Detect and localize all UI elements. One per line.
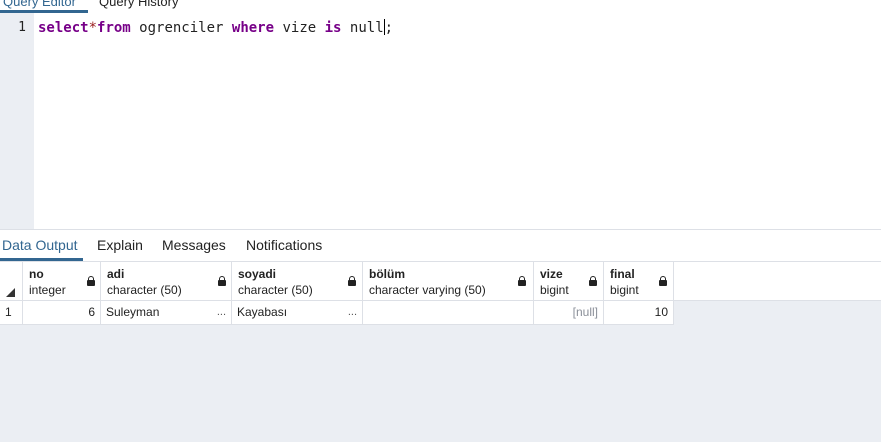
column-header-soyadi[interactable]: soyadi character (50): [232, 262, 363, 301]
column-name: vize: [274, 20, 325, 36]
lock-icon: [87, 276, 95, 286]
column-header-bolum[interactable]: bölüm character varying (50): [363, 262, 534, 301]
column-type: integer: [29, 283, 66, 297]
lock-icon: [589, 276, 597, 286]
operator-star: *: [88, 20, 98, 36]
lock-icon: [348, 276, 356, 286]
cell-soyadi[interactable]: Kayabası ...: [232, 301, 363, 325]
active-tab-indicator: [0, 258, 83, 261]
lock-icon: [518, 276, 526, 286]
column-header-no[interactable]: no integer: [23, 262, 101, 301]
lock-icon: [218, 276, 226, 286]
row-number[interactable]: 1: [0, 301, 23, 325]
cell-value: Kayabası: [237, 305, 288, 319]
table-name: ogrenciler: [130, 20, 232, 36]
cell-adi[interactable]: Suleyman ...: [101, 301, 232, 325]
column-name: adi: [107, 267, 125, 281]
null-literal-end: l: [375, 20, 384, 36]
column-type: character (50): [238, 283, 313, 297]
column-name: final: [610, 267, 635, 281]
column-header-adi[interactable]: adi character (50): [101, 262, 232, 301]
results-panel: Data Output Explain Messages Notificatio…: [0, 229, 881, 442]
keyword-where: where: [231, 20, 275, 36]
semicolon: ;: [384, 20, 394, 36]
cell-bolum[interactable]: [363, 301, 534, 325]
lock-icon: [659, 276, 667, 286]
sql-editor[interactable]: 1 select*from ogrenciler where vize is n…: [0, 13, 881, 229]
column-header-vize[interactable]: vize bigint: [534, 262, 604, 301]
tab-notifications[interactable]: Notifications: [246, 236, 322, 254]
tab-data-output[interactable]: Data Output: [2, 236, 78, 254]
null-literal-start: nul: [341, 20, 376, 36]
tab-query-history[interactable]: Query History: [99, 0, 178, 10]
expand-ellipsis[interactable]: ...: [217, 301, 226, 324]
cell-value: Suleyman: [106, 305, 160, 319]
editor-tab-strip: Query Editor Query History: [0, 0, 881, 14]
cell-vize[interactable]: [null]: [534, 301, 604, 325]
keyword-from: from: [97, 20, 131, 36]
expand-ellipsis[interactable]: ...: [348, 301, 357, 324]
cell-no[interactable]: 6: [23, 301, 101, 325]
line-gutter: 1: [0, 13, 34, 229]
code-line[interactable]: select*from ogrenciler where vize is nul…: [38, 19, 393, 36]
header-filler: [674, 262, 881, 301]
results-tab-strip: Data Output Explain Messages Notificatio…: [0, 230, 881, 262]
cell-final[interactable]: 10: [604, 301, 674, 325]
column-name: soyadi: [238, 267, 277, 281]
sort-triangle-icon: [6, 288, 15, 297]
column-header-final[interactable]: final bigint: [604, 262, 674, 301]
select-all-corner[interactable]: [0, 262, 23, 301]
keyword-is: is: [324, 20, 342, 36]
tab-query-editor[interactable]: Query Editor: [3, 0, 76, 10]
keyword-select: select: [38, 20, 89, 36]
tab-messages[interactable]: Messages: [162, 236, 226, 254]
column-type: character (50): [107, 283, 182, 297]
column-type: character varying (50): [369, 283, 486, 297]
tab-explain[interactable]: Explain: [97, 236, 143, 254]
column-type: bigint: [540, 283, 569, 297]
column-name: no: [29, 267, 44, 281]
column-name: vize: [540, 267, 563, 281]
line-number: 1: [18, 20, 26, 35]
column-name: bölüm: [369, 267, 405, 281]
column-type: bigint: [610, 283, 639, 297]
